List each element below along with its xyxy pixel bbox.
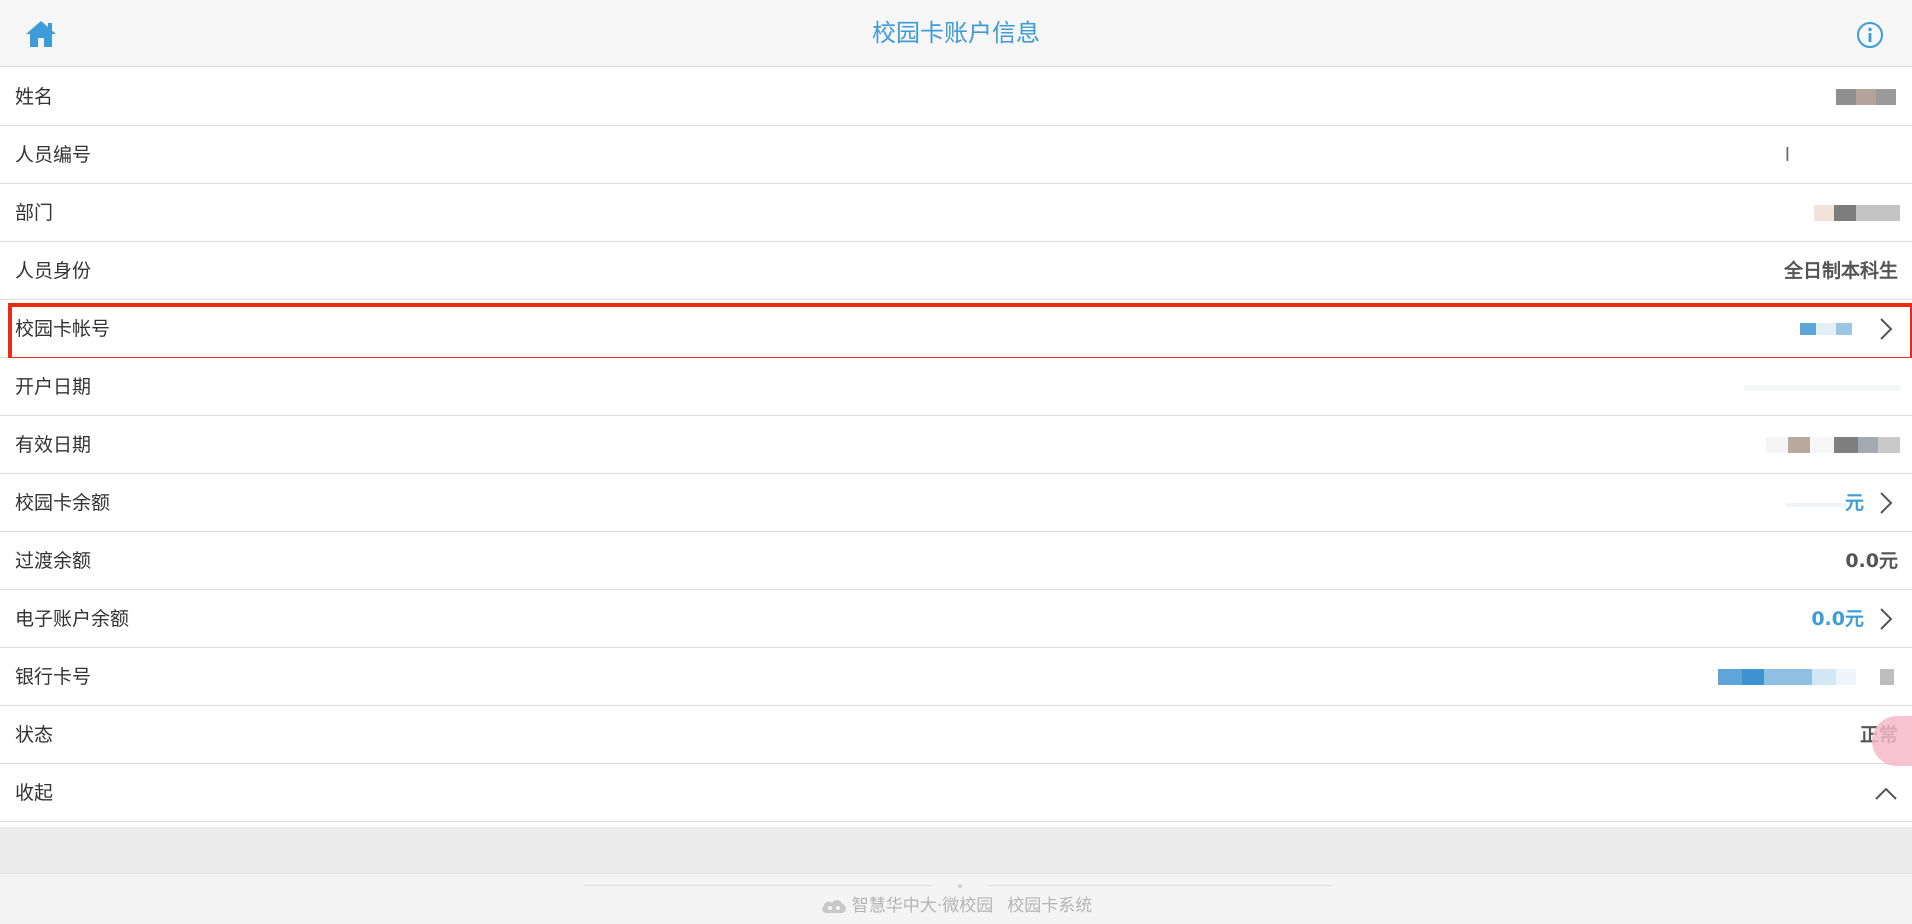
row-label: 过渡余额 xyxy=(15,550,92,572)
footer-brand-name: 智慧华中大·微校园 xyxy=(851,896,994,916)
row-label: 收起 xyxy=(15,782,54,804)
card-balance-value: 元 xyxy=(1844,492,1864,514)
page: 校园卡账户信息 姓名 人员编号 l 部门 人员身份 全日制本科生 校园卡帐号 开… xyxy=(0,0,1912,924)
footer-dot xyxy=(958,884,962,888)
spacer-band xyxy=(0,827,1912,874)
footer-divider xyxy=(988,885,1332,886)
staff-id-value: l xyxy=(1784,144,1790,166)
chevron-up-icon[interactable] xyxy=(1874,784,1898,804)
row-label: 电子账户余额 xyxy=(15,608,130,630)
page-title: 校园卡账户信息 xyxy=(872,19,1040,47)
footer-brand: 智慧华中大·微校园 校园卡系统 xyxy=(0,894,1912,918)
redacted-balance-amount xyxy=(1786,503,1846,507)
transition-balance-value: 0.0元 xyxy=(1845,550,1898,572)
footer: 智慧华中大·微校园 校园卡系统 xyxy=(0,874,1912,924)
row-label: 开户日期 xyxy=(15,376,92,398)
cloud-logo-icon xyxy=(822,900,846,913)
row-card-balance[interactable]: 校园卡余额 元 xyxy=(0,474,1912,532)
row-transition-balance: 过渡余额 0.0元 xyxy=(0,532,1912,590)
account-info-list: 姓名 人员编号 l 部门 人员身份 全日制本科生 校园卡帐号 开户日期 有效日期… xyxy=(0,68,1912,822)
row-open-date: 开户日期 xyxy=(0,358,1912,416)
row-label: 部门 xyxy=(15,202,54,224)
row-label: 银行卡号 xyxy=(15,666,92,688)
chevron-right-icon[interactable] xyxy=(1876,607,1896,631)
row-e-account-balance[interactable]: 电子账户余额 0.0元 xyxy=(0,590,1912,648)
row-bank-card: 银行卡号 xyxy=(0,648,1912,706)
top-bar: 校园卡账户信息 xyxy=(0,0,1912,67)
row-label: 人员编号 xyxy=(15,144,92,166)
row-department: 部门 xyxy=(0,184,1912,242)
footer-divider xyxy=(584,885,932,886)
row-identity: 人员身份 全日制本科生 xyxy=(0,242,1912,300)
row-label: 姓名 xyxy=(15,86,54,108)
chevron-right-icon[interactable] xyxy=(1876,491,1896,515)
row-label: 校园卡余额 xyxy=(15,492,111,514)
row-label: 有效日期 xyxy=(15,434,92,456)
row-valid-date: 有效日期 xyxy=(0,416,1912,474)
row-card-account[interactable]: 校园卡帐号 xyxy=(0,300,1912,361)
chevron-right-icon[interactable] xyxy=(1876,317,1896,341)
row-staff-id: 人员编号 l xyxy=(0,126,1912,184)
row-label: 校园卡帐号 xyxy=(15,318,111,340)
row-name: 姓名 xyxy=(0,68,1912,126)
info-button[interactable] xyxy=(1856,21,1884,49)
footer-system-name: 校园卡系统 xyxy=(1007,896,1093,916)
e-account-balance-value: 0.0元 xyxy=(1811,608,1864,630)
identity-value: 全日制本科生 xyxy=(1783,260,1898,282)
row-label: 人员身份 xyxy=(15,260,92,282)
row-status: 状态 正常 xyxy=(0,706,1912,764)
info-icon xyxy=(1857,22,1883,48)
row-label: 状态 xyxy=(15,724,54,746)
row-collapse[interactable]: 收起 xyxy=(0,764,1912,822)
